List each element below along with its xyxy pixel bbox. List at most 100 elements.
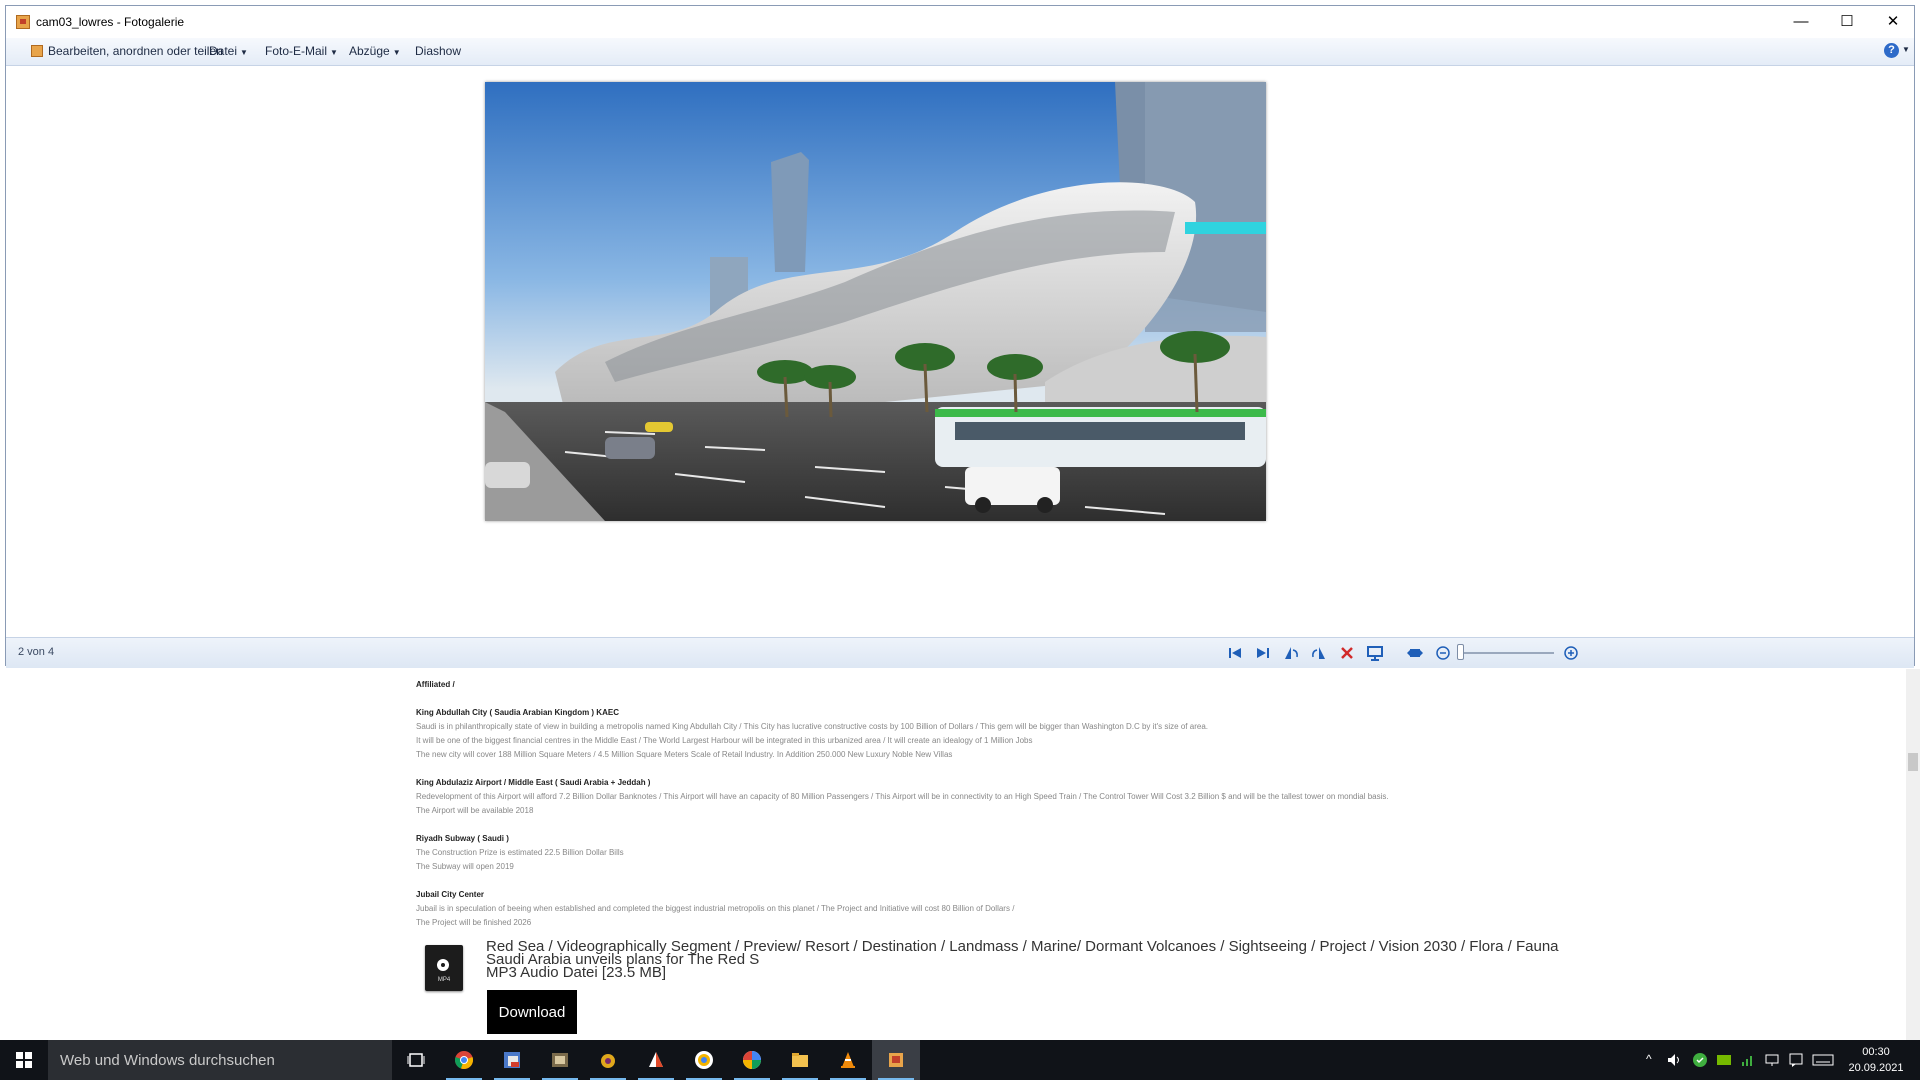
menu-edit-label: Bearbeiten, anordnen oder teilen: [48, 44, 223, 58]
article-section-airport: King Abdulaziz Airport / Middle East ( S…: [416, 776, 1516, 818]
chevron-down-icon[interactable]: ▼: [1902, 45, 1910, 54]
section-line: It will be one of the biggest financial …: [416, 736, 1033, 745]
photo-app-icon[interactable]: [536, 1040, 584, 1080]
article-affiliated: Affiliated /: [416, 678, 1516, 692]
section-heading: Riyadh Subway ( Saudi ): [416, 834, 509, 843]
section-line: The Subway will open 2019: [416, 862, 514, 871]
menu-slideshow-label: Diashow: [415, 44, 462, 58]
windows-start-icon[interactable]: [0, 1040, 48, 1080]
task-view-icon[interactable]: [392, 1040, 440, 1080]
title-bar[interactable]: cam03_lowres - Fotogalerie — ☐ ✕: [6, 6, 1914, 38]
section-heading: King Abdullah City ( Saudia Arabian King…: [416, 708, 619, 717]
rotate-right-icon[interactable]: [1310, 644, 1328, 662]
taskbar: Web und Windows durchsuchen ^ 00:30 20.0…: [0, 1040, 1920, 1080]
section-line: The Construction Prize is estimated 22.5…: [416, 848, 624, 857]
menu-file[interactable]: Datei ▼: [209, 44, 248, 58]
vlc-icon[interactable]: [824, 1040, 872, 1080]
menu-prints-label: Abzüge: [349, 44, 390, 58]
section-line: Saudi is in philanthropically state of v…: [416, 722, 1208, 731]
displayed-photo[interactable]: [485, 82, 1266, 521]
slideshow-icon[interactable]: [1366, 644, 1384, 662]
zoom-out-icon[interactable]: [1434, 644, 1452, 662]
menu-file-label: Datei: [209, 44, 238, 58]
image-viewer: [6, 66, 1914, 637]
volume-icon[interactable]: [1666, 1052, 1682, 1068]
office-glyph: [649, 1052, 663, 1067]
photo-gallery-app-icon: [16, 15, 30, 29]
tray-chevron-icon[interactable]: ^: [1646, 1052, 1652, 1066]
next-icon[interactable]: [1254, 644, 1272, 662]
chrome-glyph: [454, 1051, 474, 1070]
photo-app-glyph: [552, 1053, 568, 1067]
maximize-button[interactable]: ☐: [1824, 6, 1870, 38]
photo-gallery-glyph: [889, 1053, 903, 1067]
disc-icon: [437, 959, 449, 971]
keyboard-icon[interactable]: [1812, 1052, 1834, 1068]
ethernet-icon[interactable]: [1764, 1052, 1780, 1068]
nvidia-icon[interactable]: [1716, 1052, 1732, 1068]
minimize-button[interactable]: —: [1778, 6, 1824, 38]
file-explorer-icon[interactable]: [776, 1040, 824, 1080]
section-heading: King Abdulaziz Airport / Middle East ( S…: [416, 778, 651, 787]
status-bar: 2 von 4: [6, 637, 1914, 668]
chevron-down-icon: ▼: [392, 48, 401, 57]
task-view-glyph: [407, 1053, 425, 1067]
window-title: cam03_lowres - Fotogalerie: [36, 15, 185, 29]
menu-slideshow[interactable]: Diashow: [415, 44, 461, 58]
zoom-in-icon[interactable]: [1562, 644, 1580, 662]
fit-window-icon[interactable]: [1406, 644, 1424, 662]
menu-email-label: Foto-E-Mail: [265, 44, 328, 58]
photo-gallery-taskbar-icon[interactable]: [872, 1040, 920, 1080]
page-scrollbar-thumb[interactable]: [1908, 753, 1918, 771]
menu-edit-organize-share[interactable]: Bearbeiten, anordnen oder teilen: [48, 44, 223, 58]
photos-icon[interactable]: [728, 1040, 776, 1080]
article-content: Affiliated / King Abdullah City ( Saudia…: [416, 678, 1516, 944]
media-app-glyph: [601, 1054, 615, 1068]
media-file-info: MP3 Audio Datei [23.5 MB]: [486, 964, 667, 981]
article-section-subway: Riyadh Subway ( Saudi ) The Construction…: [416, 832, 1516, 874]
chevron-down-icon: ▼: [330, 48, 338, 57]
menu-photo-email[interactable]: Foto-E-Mail ▼: [265, 44, 338, 58]
file-extension: MP4: [437, 977, 451, 983]
download-button[interactable]: Download: [487, 990, 577, 1034]
network-icon[interactable]: [1740, 1052, 1756, 1068]
chrome-alt-icon[interactable]: [680, 1040, 728, 1080]
zoom-slider-track[interactable]: [1458, 652, 1554, 654]
pdf-viewer-icon[interactable]: [488, 1040, 536, 1080]
photos-glyph: [743, 1051, 761, 1069]
clock-time: 00:30: [1862, 1046, 1890, 1058]
chevron-down-icon: ▼: [240, 48, 248, 57]
image-counter: 2 von 4: [18, 646, 55, 658]
taskbar-search-box[interactable]: Web und Windows durchsuchen: [48, 1040, 392, 1080]
section-line: Redevelopment of this Airport will affor…: [416, 792, 1389, 801]
section-heading: Jubail City Center: [416, 890, 485, 899]
section-line: The Project will be finished 2026: [416, 918, 532, 927]
security-shield-icon[interactable]: [1692, 1052, 1708, 1068]
media-app-icon[interactable]: [584, 1040, 632, 1080]
help-icon[interactable]: ?: [1884, 43, 1899, 58]
close-button[interactable]: ✕: [1870, 6, 1916, 38]
chrome-icon[interactable]: [440, 1040, 488, 1080]
pdf-glyph: [504, 1052, 520, 1068]
section-line: The Airport will be available 2018: [416, 806, 534, 815]
photo-rendering: [485, 82, 1266, 521]
menu-bar: Bearbeiten, anordnen oder teilen Datei ▼ …: [6, 38, 1914, 66]
video-file-icon[interactable]: MP4: [425, 945, 463, 991]
zoom-slider-thumb[interactable]: [1457, 644, 1464, 660]
article-section-kaec: King Abdullah City ( Saudia Arabian King…: [416, 706, 1516, 762]
photo-gallery-window: cam03_lowres - Fotogalerie — ☐ ✕ Bearbei…: [5, 5, 1915, 668]
clock-date: 20.09.2021: [1848, 1062, 1904, 1074]
folder-glyph: [792, 1053, 808, 1067]
page-scrollbar[interactable]: [1906, 669, 1920, 1040]
taskbar-clock[interactable]: 00:30 20.09.2021: [1844, 1044, 1908, 1076]
media-attachment: MP4 Red Sea / Videographically Segment /…: [416, 939, 1559, 1040]
delete-icon[interactable]: [1338, 644, 1356, 662]
notifications-icon[interactable]: [1788, 1052, 1804, 1068]
rotate-left-icon[interactable]: [1282, 644, 1300, 662]
menu-prints[interactable]: Abzüge ▼: [349, 44, 401, 58]
taskbar-search-placeholder: Web und Windows durchsuchen: [60, 1052, 275, 1069]
chrome-alt-glyph: [695, 1051, 713, 1069]
previous-icon[interactable]: [1226, 644, 1244, 662]
vlc-glyph: [841, 1052, 855, 1068]
office-icon[interactable]: [632, 1040, 680, 1080]
